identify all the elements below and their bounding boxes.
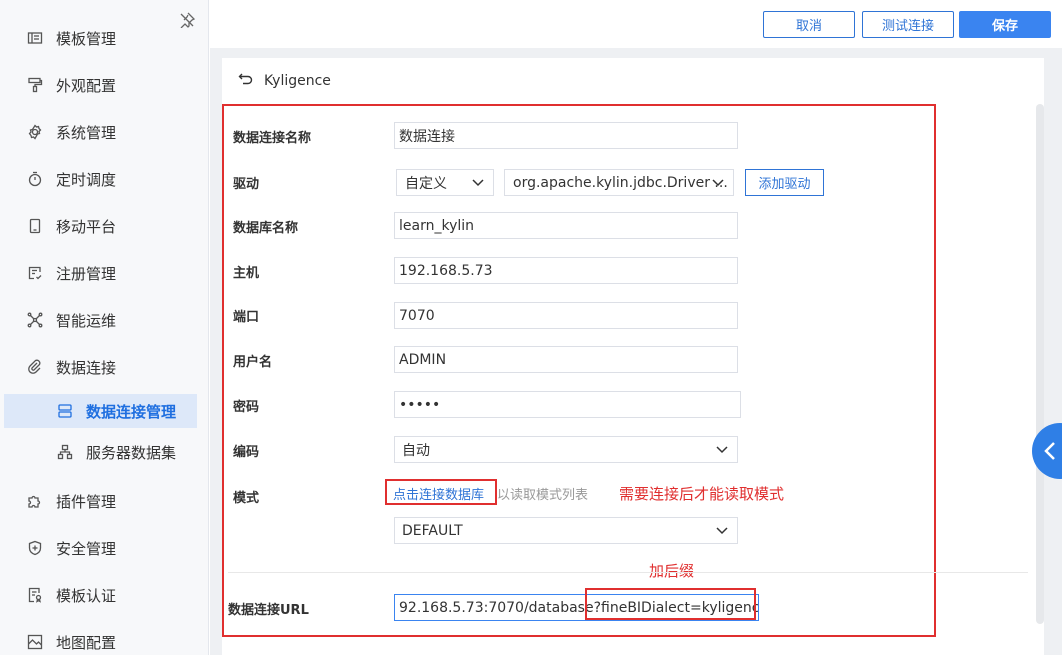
sidebar-item-label: 系统管理 xyxy=(56,123,117,142)
gear-icon xyxy=(26,123,44,141)
driver-type-select[interactable]: 自定义 xyxy=(396,169,494,196)
sidebar-item-label: 定时调度 xyxy=(56,170,117,189)
url-label: 数据连接URL xyxy=(228,603,309,618)
driver-class-select[interactable]: org.apache.kylin.jdbc.Driver ... xyxy=(504,169,734,196)
stopwatch-icon xyxy=(26,170,44,188)
sidebar-item-template-management[interactable]: 模板管理 xyxy=(0,18,208,58)
sidebar-item-label: 外观配置 xyxy=(56,76,117,95)
sidebar-item-map-config[interactable]: 地图配置 xyxy=(0,622,208,655)
schema-annotation: 需要连接后才能读取模式 xyxy=(619,485,785,503)
sidebar-item-label: 模板认证 xyxy=(56,586,117,605)
password-input[interactable]: ••••• xyxy=(394,391,741,418)
sidebar-item-label: 移动平台 xyxy=(56,217,117,236)
back-arrow-icon[interactable] xyxy=(238,72,254,90)
port-input[interactable]: 7070 xyxy=(394,302,738,329)
sidebar-item-label: 安全管理 xyxy=(56,539,117,558)
connection-name-input[interactable]: 数据连接 xyxy=(394,122,738,149)
chevron-down-icon xyxy=(711,175,725,189)
suffix-annotation: 加后缀 xyxy=(645,560,699,581)
sidebar-item-security[interactable]: 安全管理 xyxy=(0,528,208,568)
sidebar-item-data-connection-management[interactable]: 数据连接管理 xyxy=(4,394,197,428)
driver-class-value: org.apache.kylin.jdbc.Driver ... xyxy=(513,174,728,191)
sidebar-item-plugins[interactable]: 插件管理 xyxy=(0,481,208,521)
database-name-label: 数据库名称 xyxy=(233,221,299,236)
mobile-icon xyxy=(26,217,44,235)
encoding-value: 自动 xyxy=(402,442,430,459)
host-label: 主机 xyxy=(233,266,260,281)
encoding-select[interactable]: 自动 xyxy=(394,436,738,463)
encoding-label: 编码 xyxy=(233,445,260,460)
chevron-down-icon xyxy=(715,523,729,537)
port-label: 端口 xyxy=(233,310,260,325)
database-name-input[interactable]: learn_kylin xyxy=(394,212,738,239)
chevron-down-icon xyxy=(471,175,485,189)
puzzle-icon xyxy=(26,492,44,510)
sidebar-item-mobile[interactable]: 移动平台 xyxy=(0,206,208,246)
sidebar-item-ops[interactable]: 智能运维 xyxy=(0,300,208,340)
username-label: 用户名 xyxy=(233,355,273,370)
cancel-button[interactable]: 取消 xyxy=(763,11,855,38)
add-driver-button[interactable]: 添加驱动 xyxy=(745,169,824,196)
dataset-icon xyxy=(56,443,74,461)
test-connection-button[interactable]: 测试连接 xyxy=(862,11,954,38)
paint-roller-icon xyxy=(26,76,44,94)
sidebar-item-label: 服务器数据集 xyxy=(86,443,177,462)
driver-type-value: 自定义 xyxy=(405,175,447,192)
username-input[interactable]: ADMIN xyxy=(394,346,738,373)
sidebar-item-template-certification[interactable]: 模板认证 xyxy=(0,575,208,615)
sidebar-item-system[interactable]: 系统管理 xyxy=(0,112,208,152)
chevron-down-icon xyxy=(715,442,729,456)
sidebar-item-label: 模板管理 xyxy=(56,29,117,48)
host-input[interactable]: 192.168.5.73 xyxy=(394,257,738,284)
connect-database-link[interactable]: 点击连接数据库 xyxy=(393,484,484,503)
map-icon xyxy=(26,633,44,651)
sidebar-item-label: 插件管理 xyxy=(56,492,117,511)
certificate-icon xyxy=(26,586,44,604)
sidebar-item-label: 注册管理 xyxy=(56,264,117,283)
sidebar-item-label: 数据连接管理 xyxy=(86,402,177,421)
sidebar-item-schedule[interactable]: 定时调度 xyxy=(0,159,208,199)
sidebar-item-server-dataset[interactable]: 服务器数据集 xyxy=(0,432,208,472)
breadcrumb[interactable]: Kyligence xyxy=(238,70,331,92)
database-icon xyxy=(56,402,74,420)
link-icon xyxy=(26,358,44,376)
sidebar-item-appearance[interactable]: 外观配置 xyxy=(0,65,208,105)
name-label: 数据连接名称 xyxy=(233,131,312,146)
sidebar-item-label: 智能运维 xyxy=(56,311,117,330)
network-icon xyxy=(26,311,44,329)
schema-hint: 以读取模式列表 xyxy=(497,488,589,503)
shield-icon xyxy=(26,539,44,557)
sidebar-item-registration[interactable]: 注册管理 xyxy=(0,253,208,293)
scrollbar[interactable] xyxy=(1036,104,1044,624)
sidebar-item-label: 地图配置 xyxy=(56,633,117,652)
sidebar-item-data-connection[interactable]: 数据连接 xyxy=(0,347,208,387)
suffix-highlight-box xyxy=(585,588,756,620)
register-icon xyxy=(26,264,44,282)
sidebar-item-label: 数据连接 xyxy=(56,358,117,377)
breadcrumb-title: Kyligence xyxy=(264,73,331,89)
schema-select[interactable]: DEFAULT xyxy=(394,517,738,544)
save-button[interactable]: 保存 xyxy=(959,11,1051,38)
sidebar: 模板管理 外观配置 系统管理 定时调度 移动平台 注册管理 智能运维 数据连接 … xyxy=(0,0,209,655)
chevron-left-icon xyxy=(1044,442,1055,460)
driver-label: 驱动 xyxy=(233,177,260,192)
schema-label: 模式 xyxy=(233,491,260,506)
divider xyxy=(228,572,1028,573)
template-icon xyxy=(26,29,44,47)
schema-value: DEFAULT xyxy=(402,522,463,539)
password-label: 密码 xyxy=(233,400,260,415)
